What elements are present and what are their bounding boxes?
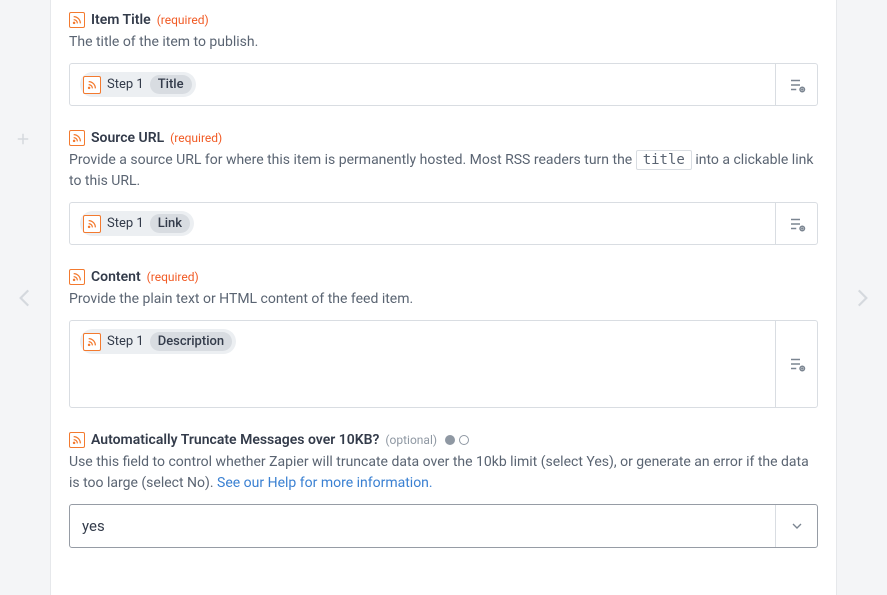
source-url-input[interactable]: Step 1 Link bbox=[69, 202, 818, 245]
field-help: Provide the plain text or HTML content o… bbox=[69, 289, 818, 310]
required-tag: (required) bbox=[170, 131, 222, 145]
insert-data-button[interactable] bbox=[775, 64, 817, 105]
field-help: The title of the item to publish. bbox=[69, 32, 818, 53]
field-label: Source URL bbox=[91, 130, 164, 146]
field-label: Item Title bbox=[91, 12, 151, 28]
mapped-value-pill[interactable]: Step 1 Title bbox=[80, 72, 196, 97]
field-item-title: Item Title (required) The title of the i… bbox=[69, 12, 818, 106]
required-tag: (required) bbox=[147, 270, 199, 284]
rss-icon bbox=[69, 269, 85, 285]
pill-field-name: Title bbox=[150, 75, 192, 94]
pill-field-name: Link bbox=[150, 214, 190, 233]
content-input[interactable]: Step 1 Description bbox=[69, 320, 818, 408]
mapped-value-pill[interactable]: Step 1 Description bbox=[80, 329, 236, 354]
rss-icon bbox=[69, 432, 85, 448]
required-tag: (required) bbox=[157, 13, 209, 27]
code-literal: title bbox=[636, 150, 692, 170]
rss-icon bbox=[69, 12, 85, 28]
field-help: Use this field to control whether Zapier… bbox=[69, 452, 818, 494]
field-label: Automatically Truncate Messages over 10K… bbox=[91, 432, 379, 448]
boolean-type-icon bbox=[445, 435, 469, 445]
truncate-select[interactable]: yes bbox=[69, 504, 818, 548]
rss-icon bbox=[83, 76, 101, 94]
field-label: Content bbox=[91, 269, 141, 285]
help-link[interactable]: See our Help for more information. bbox=[217, 475, 433, 491]
insert-data-button[interactable] bbox=[775, 321, 817, 407]
prev-step-hint-icon bbox=[12, 285, 38, 311]
optional-tag: (optional) bbox=[385, 433, 437, 447]
rss-icon bbox=[83, 215, 101, 233]
mapped-value-pill[interactable]: Step 1 Link bbox=[80, 211, 194, 236]
rss-icon bbox=[69, 130, 85, 146]
form-card: Item Title (required) The title of the i… bbox=[50, 0, 837, 595]
item-title-input[interactable]: Step 1 Title bbox=[69, 63, 818, 106]
rss-icon bbox=[83, 333, 101, 351]
field-truncate: Automatically Truncate Messages over 10K… bbox=[69, 432, 818, 548]
select-value: yes bbox=[70, 505, 775, 547]
next-step-hint-icon bbox=[849, 285, 875, 311]
pill-field-name: Description bbox=[150, 332, 232, 351]
field-help: Provide a source URL for where this item… bbox=[69, 150, 818, 192]
add-step-hint-icon bbox=[14, 130, 32, 152]
field-content: Content (required) Provide the plain tex… bbox=[69, 269, 818, 408]
chevron-down-icon[interactable] bbox=[775, 505, 817, 547]
insert-data-button[interactable] bbox=[775, 203, 817, 244]
field-source-url: Source URL (required) Provide a source U… bbox=[69, 130, 818, 245]
